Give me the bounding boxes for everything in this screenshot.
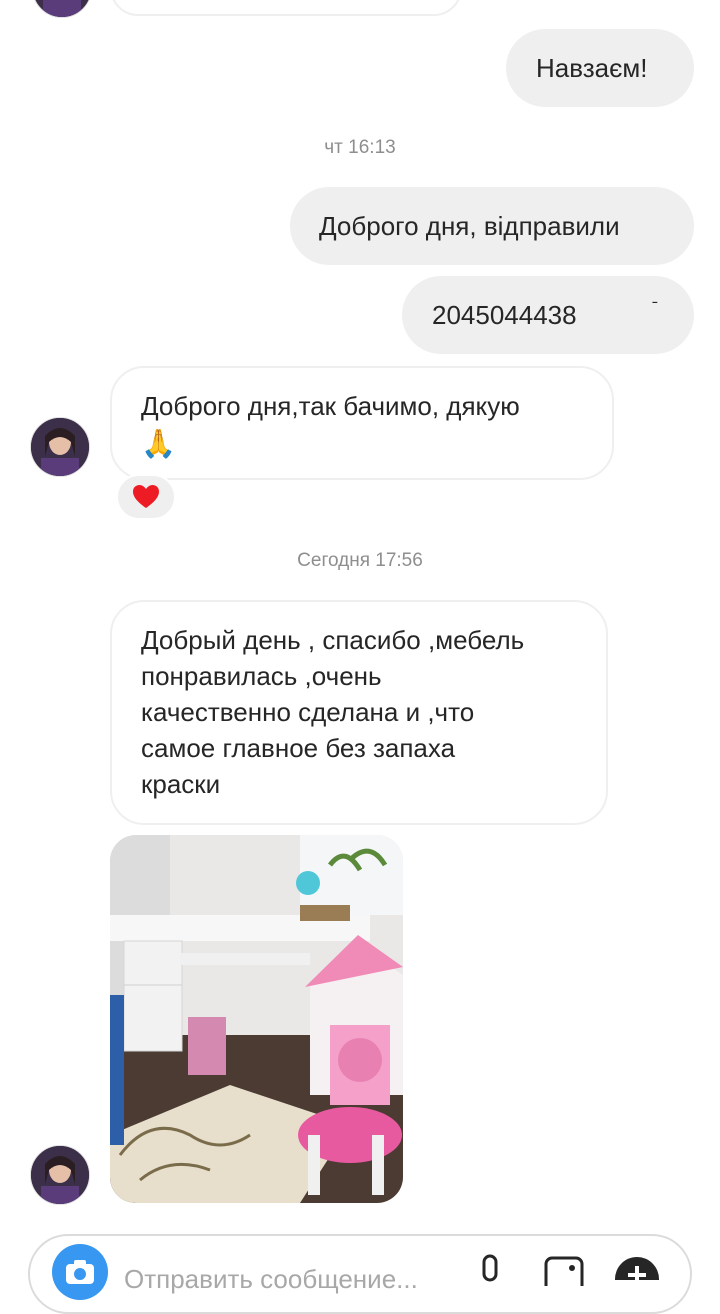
gallery-icon [544, 1256, 584, 1294]
camera-button[interactable] [52, 1244, 108, 1300]
heart-icon [133, 485, 159, 508]
gallery-button[interactable] [544, 1256, 584, 1294]
furniture-photo [110, 835, 403, 1203]
message-line: понравилась ,очень [141, 661, 382, 691]
reaction-heart[interactable] [116, 474, 176, 520]
message-line: качественно сделана и ,что [141, 697, 475, 727]
message-out[interactable]: Доброго дня, відправили [290, 187, 694, 265]
avatar-top[interactable] [32, 0, 92, 18]
message-line: самое главное без запаха [141, 733, 456, 763]
avatar[interactable] [30, 417, 90, 477]
plus-icon [615, 1257, 659, 1301]
message-text: 2045044438 [432, 299, 577, 330]
avatar[interactable] [30, 1145, 90, 1205]
pray-emoji: 🙏 [141, 428, 176, 459]
camera-icon [66, 1260, 94, 1284]
message-line: Добрый день , спасибо ,мебель [141, 625, 525, 655]
redaction-mark: ˉ [652, 298, 658, 318]
message-text: Доброго дня,так бачимо, дякую [141, 391, 520, 421]
timestamp: Сегодня 17:56 [297, 550, 423, 571]
timestamp: чт 16:13 [324, 137, 396, 158]
message-in[interactable]: Доброго дня,так бачимо, дякую 🙏 [110, 366, 614, 480]
message-text: Доброго дня, відправили [319, 210, 620, 241]
message-text: Навзаєм! [536, 52, 648, 83]
message-line: краски [141, 769, 221, 799]
message-in[interactable]: Добрый день , спасибо ,мебель понравилас… [110, 600, 608, 825]
more-button[interactable] [614, 1256, 660, 1301]
photo-message[interactable] [110, 835, 403, 1203]
message-out[interactable]: Навзаєм! [506, 29, 694, 107]
message-bubble-cropped [110, 0, 462, 16]
message-out[interactable]: 2045044438 ˉ [402, 276, 694, 354]
